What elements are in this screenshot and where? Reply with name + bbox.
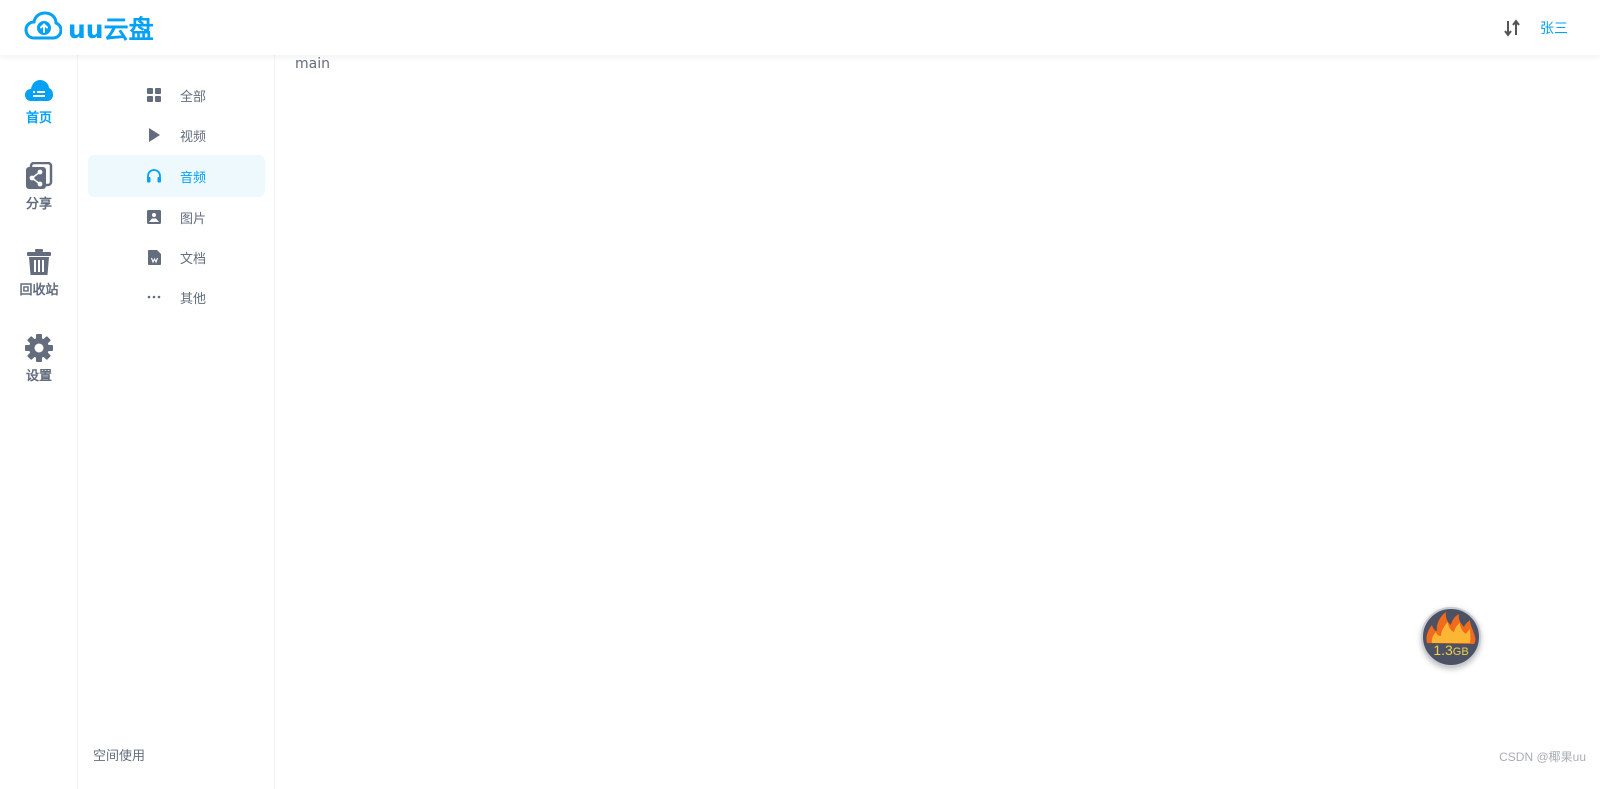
nav-label: 分享 <box>25 197 52 212</box>
category-all[interactable]: 全部 <box>88 74 265 116</box>
nav-label: 首页 <box>25 111 52 126</box>
cloud-icon <box>24 75 54 105</box>
category-label: 其他 <box>180 291 207 307</box>
sort-icon[interactable] <box>1502 18 1522 38</box>
cloud-upload-icon <box>24 10 63 45</box>
category-label: 全部 <box>180 89 207 105</box>
image-icon <box>146 209 162 225</box>
space-usage-label: 空间使用 <box>93 749 146 764</box>
memory-value-number: 1.3 <box>1433 642 1453 658</box>
category-label: 图片 <box>180 211 207 227</box>
more-icon <box>146 289 162 305</box>
logo[interactable]: uu云盘 <box>24 10 154 46</box>
main-placeholder-text: main <box>295 56 330 72</box>
memory-usage-value: 1.3GB <box>1423 642 1479 658</box>
memory-value-unit: GB <box>1452 646 1469 658</box>
headphones-icon <box>146 168 162 184</box>
grid-icon <box>146 87 162 103</box>
logo-text: uu云盘 <box>68 14 154 44</box>
category-other[interactable]: 其他 <box>88 276 265 318</box>
category-image[interactable]: 图片 <box>88 196 265 238</box>
app-header: uu云盘 张三 <box>0 0 1600 55</box>
primary-nav: 首页 分享 回收站 设置 <box>0 55 78 789</box>
play-icon <box>146 127 162 143</box>
category-audio[interactable]: 音频 <box>88 155 265 197</box>
watermark: CSDN @椰果uu <box>1499 750 1586 764</box>
nav-item-recycle-bin[interactable]: 回收站 <box>0 247 78 309</box>
nav-label: 回收站 <box>19 283 59 298</box>
nav-item-share[interactable]: 分享 <box>0 161 78 223</box>
main-content: main <box>275 55 1600 789</box>
category-nav: 全部 视频 音频 图片 文档 其他 空间使用 <box>78 55 275 789</box>
user-name[interactable]: 张三 <box>1540 18 1568 38</box>
category-label: 音频 <box>180 170 207 186</box>
category-document[interactable]: 文档 <box>88 236 265 278</box>
category-label: 文档 <box>180 251 207 267</box>
memory-usage-widget[interactable]: 1.3GB <box>1421 607 1481 667</box>
gear-icon <box>24 333 54 363</box>
nav-label: 设置 <box>25 369 52 384</box>
document-icon <box>146 249 162 265</box>
category-video[interactable]: 视频 <box>88 114 265 156</box>
trash-icon <box>24 247 54 277</box>
share-icon <box>24 161 54 191</box>
category-label: 视频 <box>180 129 207 145</box>
nav-item-settings[interactable]: 设置 <box>0 333 78 395</box>
nav-item-home[interactable]: 首页 <box>0 75 78 137</box>
